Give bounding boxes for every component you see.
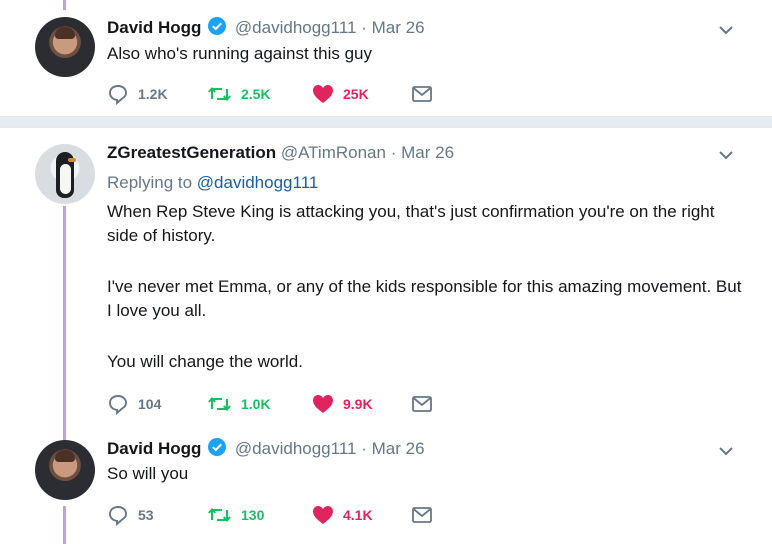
tweet-text: So will you xyxy=(107,464,189,483)
tweet[interactable]: ZGreatestGeneration @ATimRonan · Mar 26 … xyxy=(0,128,772,432)
chevron-down-icon[interactable] xyxy=(718,147,734,163)
like-button[interactable]: 25K xyxy=(312,80,369,108)
retweet-icon xyxy=(208,397,231,411)
tweet-actions: 104 1.0K 9.9K xyxy=(107,390,437,418)
tweet-header: David Hogg @davidhogg111 · Mar 26 xyxy=(107,437,425,460)
avatar[interactable] xyxy=(35,17,95,77)
retweet-button[interactable]: 1.0K xyxy=(207,390,271,418)
like-button[interactable]: 9.9K xyxy=(312,390,373,418)
envelope-icon xyxy=(412,396,432,412)
heart-icon xyxy=(313,395,333,413)
penguin-belly xyxy=(60,164,71,194)
tweet-text-paragraph: You will change the world. xyxy=(107,352,303,371)
thread-line xyxy=(63,506,66,544)
tweet-date[interactable]: Mar 26 xyxy=(401,143,454,162)
penguin-beak xyxy=(68,158,76,162)
retweet-icon xyxy=(208,87,231,101)
like-button[interactable]: 4.1K xyxy=(312,501,373,529)
verified-badge-icon xyxy=(208,438,227,456)
verified-badge-icon xyxy=(208,17,227,35)
separator: · xyxy=(390,143,397,162)
retweet-count: 1.0K xyxy=(241,396,271,412)
tweet[interactable]: David Hogg @davidhogg111 · Mar 26 Also w… xyxy=(0,0,772,116)
chevron-down-icon[interactable] xyxy=(718,22,734,38)
heart-icon xyxy=(313,506,333,524)
retweet-count: 130 xyxy=(241,507,265,523)
like-count: 25K xyxy=(343,86,369,102)
author-handle[interactable]: @davidhogg111 xyxy=(235,439,357,458)
like-count: 9.9K xyxy=(343,396,373,412)
reply-button[interactable]: 104 xyxy=(107,390,161,418)
reply-count: 1.2K xyxy=(138,86,168,102)
direct-message-button[interactable] xyxy=(412,390,441,418)
author-name[interactable]: David Hogg xyxy=(107,18,201,37)
direct-message-button[interactable] xyxy=(412,501,441,529)
author-handle[interactable]: @davidhogg111 xyxy=(235,18,357,37)
tweet-date[interactable]: Mar 26 xyxy=(372,439,425,458)
reply-count: 104 xyxy=(138,396,162,412)
reply-icon xyxy=(109,85,127,105)
tweet[interactable]: David Hogg @davidhogg111 · Mar 26 So wil… xyxy=(0,432,772,544)
tweet-text-paragraph: When Rep Steve King is attacking you, th… xyxy=(107,202,715,245)
retweet-count: 2.5K xyxy=(241,86,271,102)
separator: · xyxy=(361,18,367,37)
author-name[interactable]: David Hogg xyxy=(107,439,201,458)
tweet-actions: 1.2K 2.5K 25K xyxy=(107,80,437,108)
replying-to-link[interactable]: @davidhogg111 xyxy=(197,173,319,192)
heart-icon xyxy=(313,85,333,103)
tweet-date[interactable]: Mar 26 xyxy=(372,18,425,37)
tweet-thread: David Hogg @davidhogg111 · Mar 26 Also w… xyxy=(0,0,772,544)
author-handle[interactable]: @ATimRonan xyxy=(281,143,386,162)
direct-message-button[interactable] xyxy=(412,80,441,108)
chevron-down-icon[interactable] xyxy=(718,443,734,459)
like-count: 4.1K xyxy=(343,507,373,523)
separator: · xyxy=(361,439,367,458)
reply-count: 53 xyxy=(138,507,154,523)
avatar[interactable] xyxy=(35,144,95,204)
reply-icon xyxy=(109,506,127,526)
tweet-text-paragraph: I've never met Emma, or any of the kids … xyxy=(107,277,742,320)
reply-button[interactable]: 53 xyxy=(107,501,154,529)
retweet-button[interactable]: 2.5K xyxy=(207,80,271,108)
reply-button[interactable]: 1.2K xyxy=(107,80,168,108)
tweet-text: Also who's running against this guy xyxy=(107,44,373,63)
replying-prefix: Replying to xyxy=(107,173,197,192)
thread-divider xyxy=(0,116,772,128)
tweet-header: ZGreatestGeneration @ATimRonan · Mar 26 xyxy=(107,142,454,164)
retweet-button[interactable]: 130 xyxy=(207,501,264,529)
tweet-header: David Hogg @davidhogg111 · Mar 26 xyxy=(107,16,425,39)
avatar[interactable] xyxy=(35,440,95,500)
author-name[interactable]: ZGreatestGeneration xyxy=(107,143,276,162)
thread-line xyxy=(63,432,66,440)
thread-line xyxy=(63,206,66,432)
envelope-icon xyxy=(412,507,432,523)
retweet-icon xyxy=(208,508,231,522)
envelope-icon xyxy=(412,86,432,102)
reply-icon xyxy=(109,395,127,415)
replying-to: Replying to @davidhogg111 xyxy=(107,172,318,194)
tweet-actions: 53 130 4.1K xyxy=(107,501,437,529)
